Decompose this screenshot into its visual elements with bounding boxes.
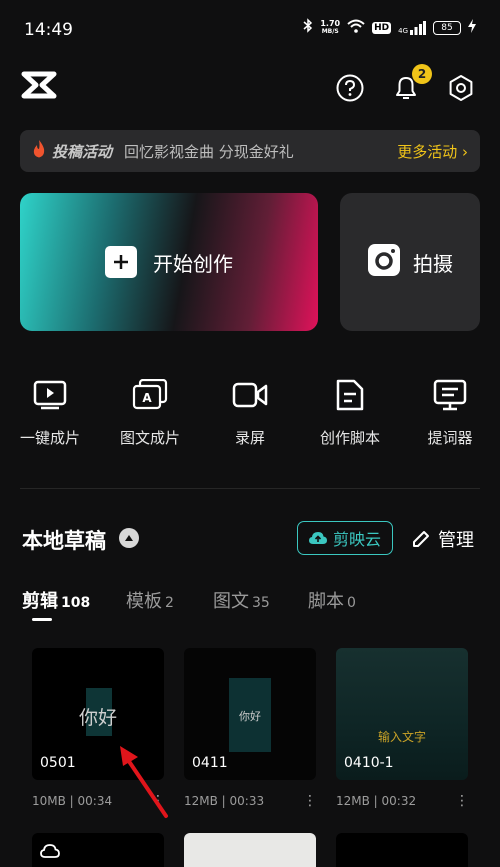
draft-item[interactable]: 你好 0411 12MB | 00:33 ⋮	[184, 648, 317, 809]
shoot-button[interactable]: 拍摄	[340, 193, 480, 331]
tool-label: 一键成片	[19, 429, 80, 447]
tool-label: 创作脚本	[319, 429, 380, 447]
thumb-caption: 你好	[239, 710, 261, 723]
cloud-icon	[40, 843, 60, 863]
section-divider	[20, 488, 480, 489]
capcut-logo-icon	[20, 70, 58, 104]
more-options-icon[interactable]: ⋮	[296, 793, 317, 809]
draft-meta: 12MB | 00:33 ⋮	[184, 793, 317, 809]
draft-item-partial[interactable]	[336, 833, 468, 867]
thumb-caption: 输入文字	[378, 730, 427, 744]
banner-text: 回忆影视金曲 分现金好礼	[124, 142, 294, 161]
script-doc-icon	[300, 375, 400, 415]
battery-indicator: 85	[433, 20, 461, 35]
network-speed: 1.70 MB/S	[320, 18, 341, 35]
start-create-label: 开始创作	[153, 251, 233, 276]
charging-icon	[468, 18, 476, 37]
more-options-icon[interactable]: ⋮	[448, 793, 469, 809]
thumb-caption: 你好	[79, 707, 118, 729]
cell-signal-icon: 4G	[398, 20, 426, 35]
screen-record-icon	[200, 375, 300, 415]
notification-bell-icon[interactable]: 2	[388, 64, 432, 106]
tab-script[interactable]: 脚本 0	[308, 587, 356, 613]
tab-template[interactable]: 模板 2	[126, 587, 174, 613]
capcut-cloud-button[interactable]: 剪映云	[297, 521, 393, 555]
svg-text:A: A	[142, 391, 152, 405]
play-video-icon	[0, 375, 100, 415]
tool-screen-record[interactable]: 录屏	[200, 375, 300, 448]
draft-name: 0411	[192, 755, 228, 771]
active-tab-indicator	[32, 618, 52, 621]
edit-pencil-icon	[412, 530, 430, 548]
app-header: 2	[0, 62, 500, 114]
draft-name: 0501	[40, 755, 76, 771]
flame-icon	[32, 140, 46, 162]
quick-tools: 一键成片 A 图文成片 录屏 创作脚本 提词器	[0, 375, 500, 455]
draft-item[interactable]: 输入文字 0410-1 12MB | 00:32 ⋮	[336, 648, 469, 809]
draft-item-partial[interactable]	[32, 833, 164, 867]
settings-hexagon-icon[interactable]	[443, 70, 479, 106]
tool-one-click-video[interactable]: 一键成片	[0, 375, 100, 448]
tab-image-text[interactable]: 图文 35	[213, 587, 270, 613]
draft-meta: 12MB | 00:32 ⋮	[336, 793, 469, 809]
manage-button[interactable]: 管理	[412, 526, 474, 552]
draft-thumbnail[interactable]: 你好 0411	[184, 648, 316, 780]
status-time: 14:49	[24, 20, 73, 40]
tool-label: 提词器	[427, 429, 473, 447]
tool-label: 录屏	[234, 429, 265, 447]
tool-teleprompter[interactable]: 提词器	[400, 375, 500, 448]
local-drafts-title: 本地草稿	[22, 529, 106, 553]
tool-label: 图文成片	[119, 429, 180, 447]
draft-thumbnail[interactable]: 输入文字 0410-1	[336, 648, 468, 780]
hd-badge: HD	[372, 21, 392, 34]
start-create-button[interactable]: 开始创作	[20, 193, 318, 331]
tab-edit[interactable]: 剪辑 108	[22, 587, 90, 613]
collapse-toggle-icon[interactable]	[119, 528, 139, 548]
draft-item-partial[interactable]	[184, 833, 316, 867]
tool-text-image-video[interactable]: A 图文成片	[100, 375, 200, 448]
status-bar: 14:49 1.70 MB/S HD 4G 85	[0, 0, 500, 60]
wifi-icon	[347, 18, 365, 37]
camera-icon	[367, 243, 401, 281]
shoot-label: 拍摄	[413, 251, 453, 276]
activity-banner[interactable]: 投稿活动 回忆影视金曲 分现金好礼 更多活动 ›	[20, 130, 480, 172]
tool-create-script[interactable]: 创作脚本	[300, 375, 400, 448]
help-icon[interactable]	[332, 70, 368, 106]
draft-name: 0410-1	[344, 755, 394, 771]
cloud-upload-icon	[308, 531, 327, 545]
bluetooth-icon	[303, 18, 313, 37]
text-image-icon: A	[100, 375, 200, 415]
more-activities-link[interactable]: 更多活动 ›	[397, 141, 468, 162]
annotation-arrow-icon	[120, 746, 168, 818]
manage-label: 管理	[438, 530, 474, 551]
banner-tag: 投稿活动	[52, 142, 113, 161]
notification-badge: 2	[412, 64, 432, 84]
plus-icon	[105, 246, 137, 278]
status-icons: 1.70 MB/S HD 4G 85	[303, 18, 476, 37]
teleprompter-icon	[400, 375, 500, 415]
cloud-label: 剪映云	[332, 530, 381, 549]
